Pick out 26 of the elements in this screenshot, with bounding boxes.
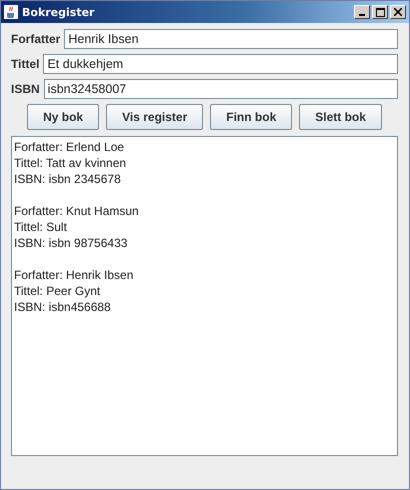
output-line: Tittel: Peer Gynt [14,283,102,299]
close-button[interactable] [390,5,406,19]
coffee-cup-icon [4,5,18,19]
output-line: ISBN: isbn456688 [14,299,112,315]
output-line: Tittel: Sult [14,219,68,235]
text-field[interactable]: isbn32458007 [44,78,398,98]
output-line: Forfatter: Erlend Loe [14,139,126,155]
field-label: Forfatter [11,32,60,46]
output-line: Forfatter: Henrik Ibsen [14,267,134,283]
field-label: ISBN [11,82,40,96]
field-label: Tittel [11,56,40,70]
output-line: ISBN: isbn 2345678 [14,171,122,187]
action-button[interactable]: Slett bok [299,104,382,130]
action-button[interactable]: Ny bok [27,104,100,130]
minimize-button[interactable] [354,5,370,19]
text-field[interactable]: Et dukkehjem [43,54,398,74]
maximize-icon [376,8,384,16]
maximize-button[interactable] [372,5,388,19]
window-title: Bokregister [22,6,96,18]
text-field[interactable]: Henrik Ibsen [64,28,398,48]
output-line: ISBN: isbn 98756433 [14,235,128,251]
output-line: Tittel: Tatt av kvinnen [14,155,128,171]
action-button[interactable]: Finn bok [210,104,292,130]
action-button[interactable]: Vis register [106,104,204,130]
close-icon [394,8,402,16]
output-line: Forfatter: Knut Hamsun [14,203,140,219]
